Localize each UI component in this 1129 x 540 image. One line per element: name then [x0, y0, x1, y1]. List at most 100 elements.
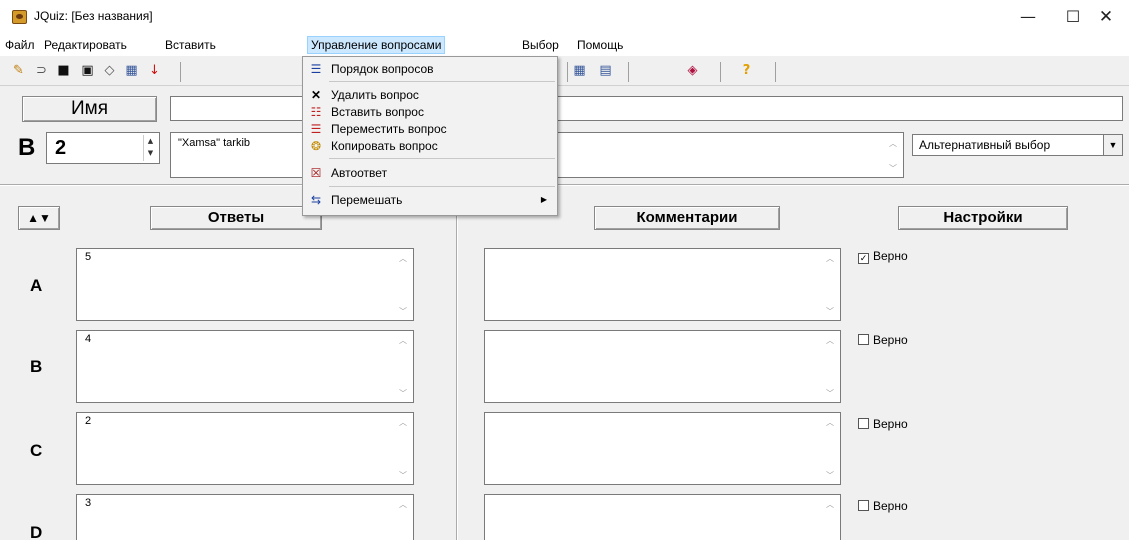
answer-letter-c: C: [30, 441, 43, 460]
answer-letter-d: D: [30, 523, 43, 540]
scroll-up-icon[interactable]: ︿: [399, 253, 407, 264]
open-folder-icon[interactable]: ⊃: [33, 63, 50, 79]
save-icon[interactable]: ■: [55, 63, 72, 79]
scroll-up-icon[interactable]: ︿: [826, 335, 834, 346]
help-icon[interactable]: ?: [738, 63, 755, 79]
dropdown-arrow-icon[interactable]: ▼: [1103, 135, 1122, 155]
spinner-arrows-icon[interactable]: ▲ ▼: [143, 135, 157, 161]
answer-text-d[interactable]: 3 ︿: [76, 494, 414, 540]
menu-item-label: Вставить вопрос: [331, 105, 424, 119]
menu-item-auto-answer[interactable]: ☒ Автоответ: [303, 164, 557, 182]
menu-item-label: Копировать вопрос: [331, 139, 438, 153]
toolbar: ✎ ⊃ ■ ▣ ◇ ▦ ↓ ▦ ▤ ◈ ?: [0, 56, 1129, 86]
menu-item-insert-question[interactable]: ☷ Вставить вопрос: [303, 103, 557, 121]
save-as-icon[interactable]: ▣: [79, 63, 96, 79]
menu-item-copy-question[interactable]: ❂ Копировать вопрос: [303, 137, 557, 155]
comment-text-c[interactable]: ︿ ﹀: [484, 412, 841, 485]
scroll-down-icon[interactable]: ﹀: [826, 470, 834, 481]
comment-text-b[interactable]: ︿ ﹀: [484, 330, 841, 403]
close-button[interactable]: ✕: [1083, 4, 1129, 30]
web-icon-2[interactable]: ▦: [571, 63, 588, 79]
answer-value: 4: [85, 333, 92, 345]
window-title: JQuiz: [Без названия]: [34, 9, 153, 23]
scroll-down-icon[interactable]: ﹀: [399, 388, 407, 399]
list-order-icon: ☰: [310, 62, 322, 76]
comments-settings-panel: Комментарии Настройки ︿ ﹀ ✓ Верно ︿ ﹀ Вер…: [462, 188, 1129, 540]
config-icon[interactable]: ◈: [684, 63, 701, 79]
toolbar-separator: [628, 62, 629, 82]
comment-text-d[interactable]: ︿: [484, 494, 841, 540]
checkbox-icon[interactable]: [858, 418, 869, 429]
correct-checkbox-b[interactable]: Верно: [858, 333, 908, 347]
answers-panel: ▲▼ Ответы A 5 ︿ ﹀ B 4 ︿ ﹀ C 2 ︿ ﹀ D 3 ︿: [0, 188, 458, 540]
comment-text-a[interactable]: ︿ ﹀: [484, 248, 841, 321]
toolbar-separator: [567, 62, 568, 82]
submenu-arrow-icon: ▶: [540, 195, 547, 204]
menu-manage-questions[interactable]: Управление вопросами: [307, 36, 446, 54]
menu-separator: [329, 186, 555, 187]
correct-checkbox-a[interactable]: ✓ Верно: [858, 249, 908, 264]
question-number-stepper[interactable]: 2 ▲ ▼: [46, 132, 160, 164]
menu-separator: [329, 158, 555, 159]
menu-item-label: Порядок вопросов: [331, 62, 434, 76]
scroll-down-icon[interactable]: ﹀: [826, 306, 834, 317]
name-button[interactable]: Имя: [22, 96, 157, 122]
down-arrow-icon[interactable]: ↓: [146, 63, 163, 79]
menu-item-shuffle[interactable]: ⇆ Перемешать ▶: [303, 191, 557, 209]
minimize-button[interactable]: —: [1005, 4, 1051, 30]
scroll-up-icon[interactable]: ︿: [399, 499, 407, 510]
scroll-up-icon[interactable]: ︿: [826, 253, 834, 264]
menu-separator: [329, 81, 555, 82]
question-text: "Xamsa" tarkib: [178, 137, 250, 149]
checkbox-checked-icon[interactable]: ✓: [858, 253, 869, 264]
menu-edit[interactable]: Редактировать: [41, 37, 130, 55]
move-question-icon: ☰: [310, 122, 322, 136]
question-type-select[interactable]: Альтернативный выбор ▼: [912, 134, 1123, 156]
menu-select[interactable]: Выбор: [519, 37, 562, 55]
menu-item-delete-question[interactable]: ✕ Удалить вопрос: [303, 86, 557, 104]
scroll-down-icon[interactable]: ﹀: [399, 306, 407, 317]
auto-answer-icon: ☒: [310, 166, 322, 180]
correct-checkbox-c[interactable]: Верно: [858, 417, 908, 431]
correct-label: Верно: [873, 249, 908, 263]
answer-text-a[interactable]: 5 ︿ ﹀: [76, 248, 414, 321]
answer-text-c[interactable]: 2 ︿ ﹀: [76, 412, 414, 485]
scroll-up-icon[interactable]: ︿: [399, 335, 407, 346]
menu-help[interactable]: Помощь: [574, 37, 626, 55]
scroll-down-icon[interactable]: ﹀: [889, 163, 897, 174]
shuffle-icon: ⇆: [310, 193, 322, 207]
answer-letter-a: A: [30, 276, 43, 295]
answer-letter-b: B: [30, 357, 43, 376]
menu-file[interactable]: Файл: [2, 37, 38, 55]
web-icon-3[interactable]: ▤: [597, 63, 614, 79]
delete-x-icon: ✕: [310, 88, 322, 102]
web-export-icon[interactable]: ▦: [123, 63, 140, 79]
toolbar-separator: [775, 62, 776, 82]
correct-label: Верно: [873, 417, 908, 431]
manage-questions-menu: ☰ Порядок вопросов ✕ Удалить вопрос ☷ Вс…: [302, 56, 558, 216]
scroll-up-icon[interactable]: ︿: [826, 499, 834, 510]
app-icon: [12, 10, 27, 24]
comments-header-button[interactable]: Комментарии: [594, 206, 780, 230]
copy-question-icon: ❂: [310, 139, 322, 153]
reorder-answers-button[interactable]: ▲▼: [18, 206, 60, 230]
new-file-icon[interactable]: ✎: [10, 63, 27, 79]
menu-item-question-order[interactable]: ☰ Порядок вопросов: [303, 60, 557, 78]
checkbox-icon[interactable]: [858, 500, 869, 511]
answer-text-b[interactable]: 4 ︿ ﹀: [76, 330, 414, 403]
scroll-up-icon[interactable]: ︿: [889, 138, 897, 149]
settings-header-button[interactable]: Настройки: [898, 206, 1068, 230]
answer-value: 5: [85, 251, 92, 263]
scroll-down-icon[interactable]: ﹀: [826, 388, 834, 399]
menu-item-move-question[interactable]: ☰ Переместить вопрос: [303, 120, 557, 138]
eraser-icon[interactable]: ◇: [101, 63, 118, 79]
question-header-panel: Имя В 2 ▲ ▼ "Xamsa" tarkib ︿ ﹀ Альтернати…: [0, 86, 1129, 186]
answers-header-button[interactable]: Ответы: [150, 206, 322, 230]
scroll-down-icon[interactable]: ﹀: [399, 470, 407, 481]
checkbox-icon[interactable]: [858, 334, 869, 345]
question-number: 2: [55, 137, 67, 159]
scroll-up-icon[interactable]: ︿: [399, 417, 407, 428]
scroll-up-icon[interactable]: ︿: [826, 417, 834, 428]
menu-insert[interactable]: Вставить: [162, 37, 219, 55]
correct-checkbox-d[interactable]: Верно: [858, 499, 908, 513]
